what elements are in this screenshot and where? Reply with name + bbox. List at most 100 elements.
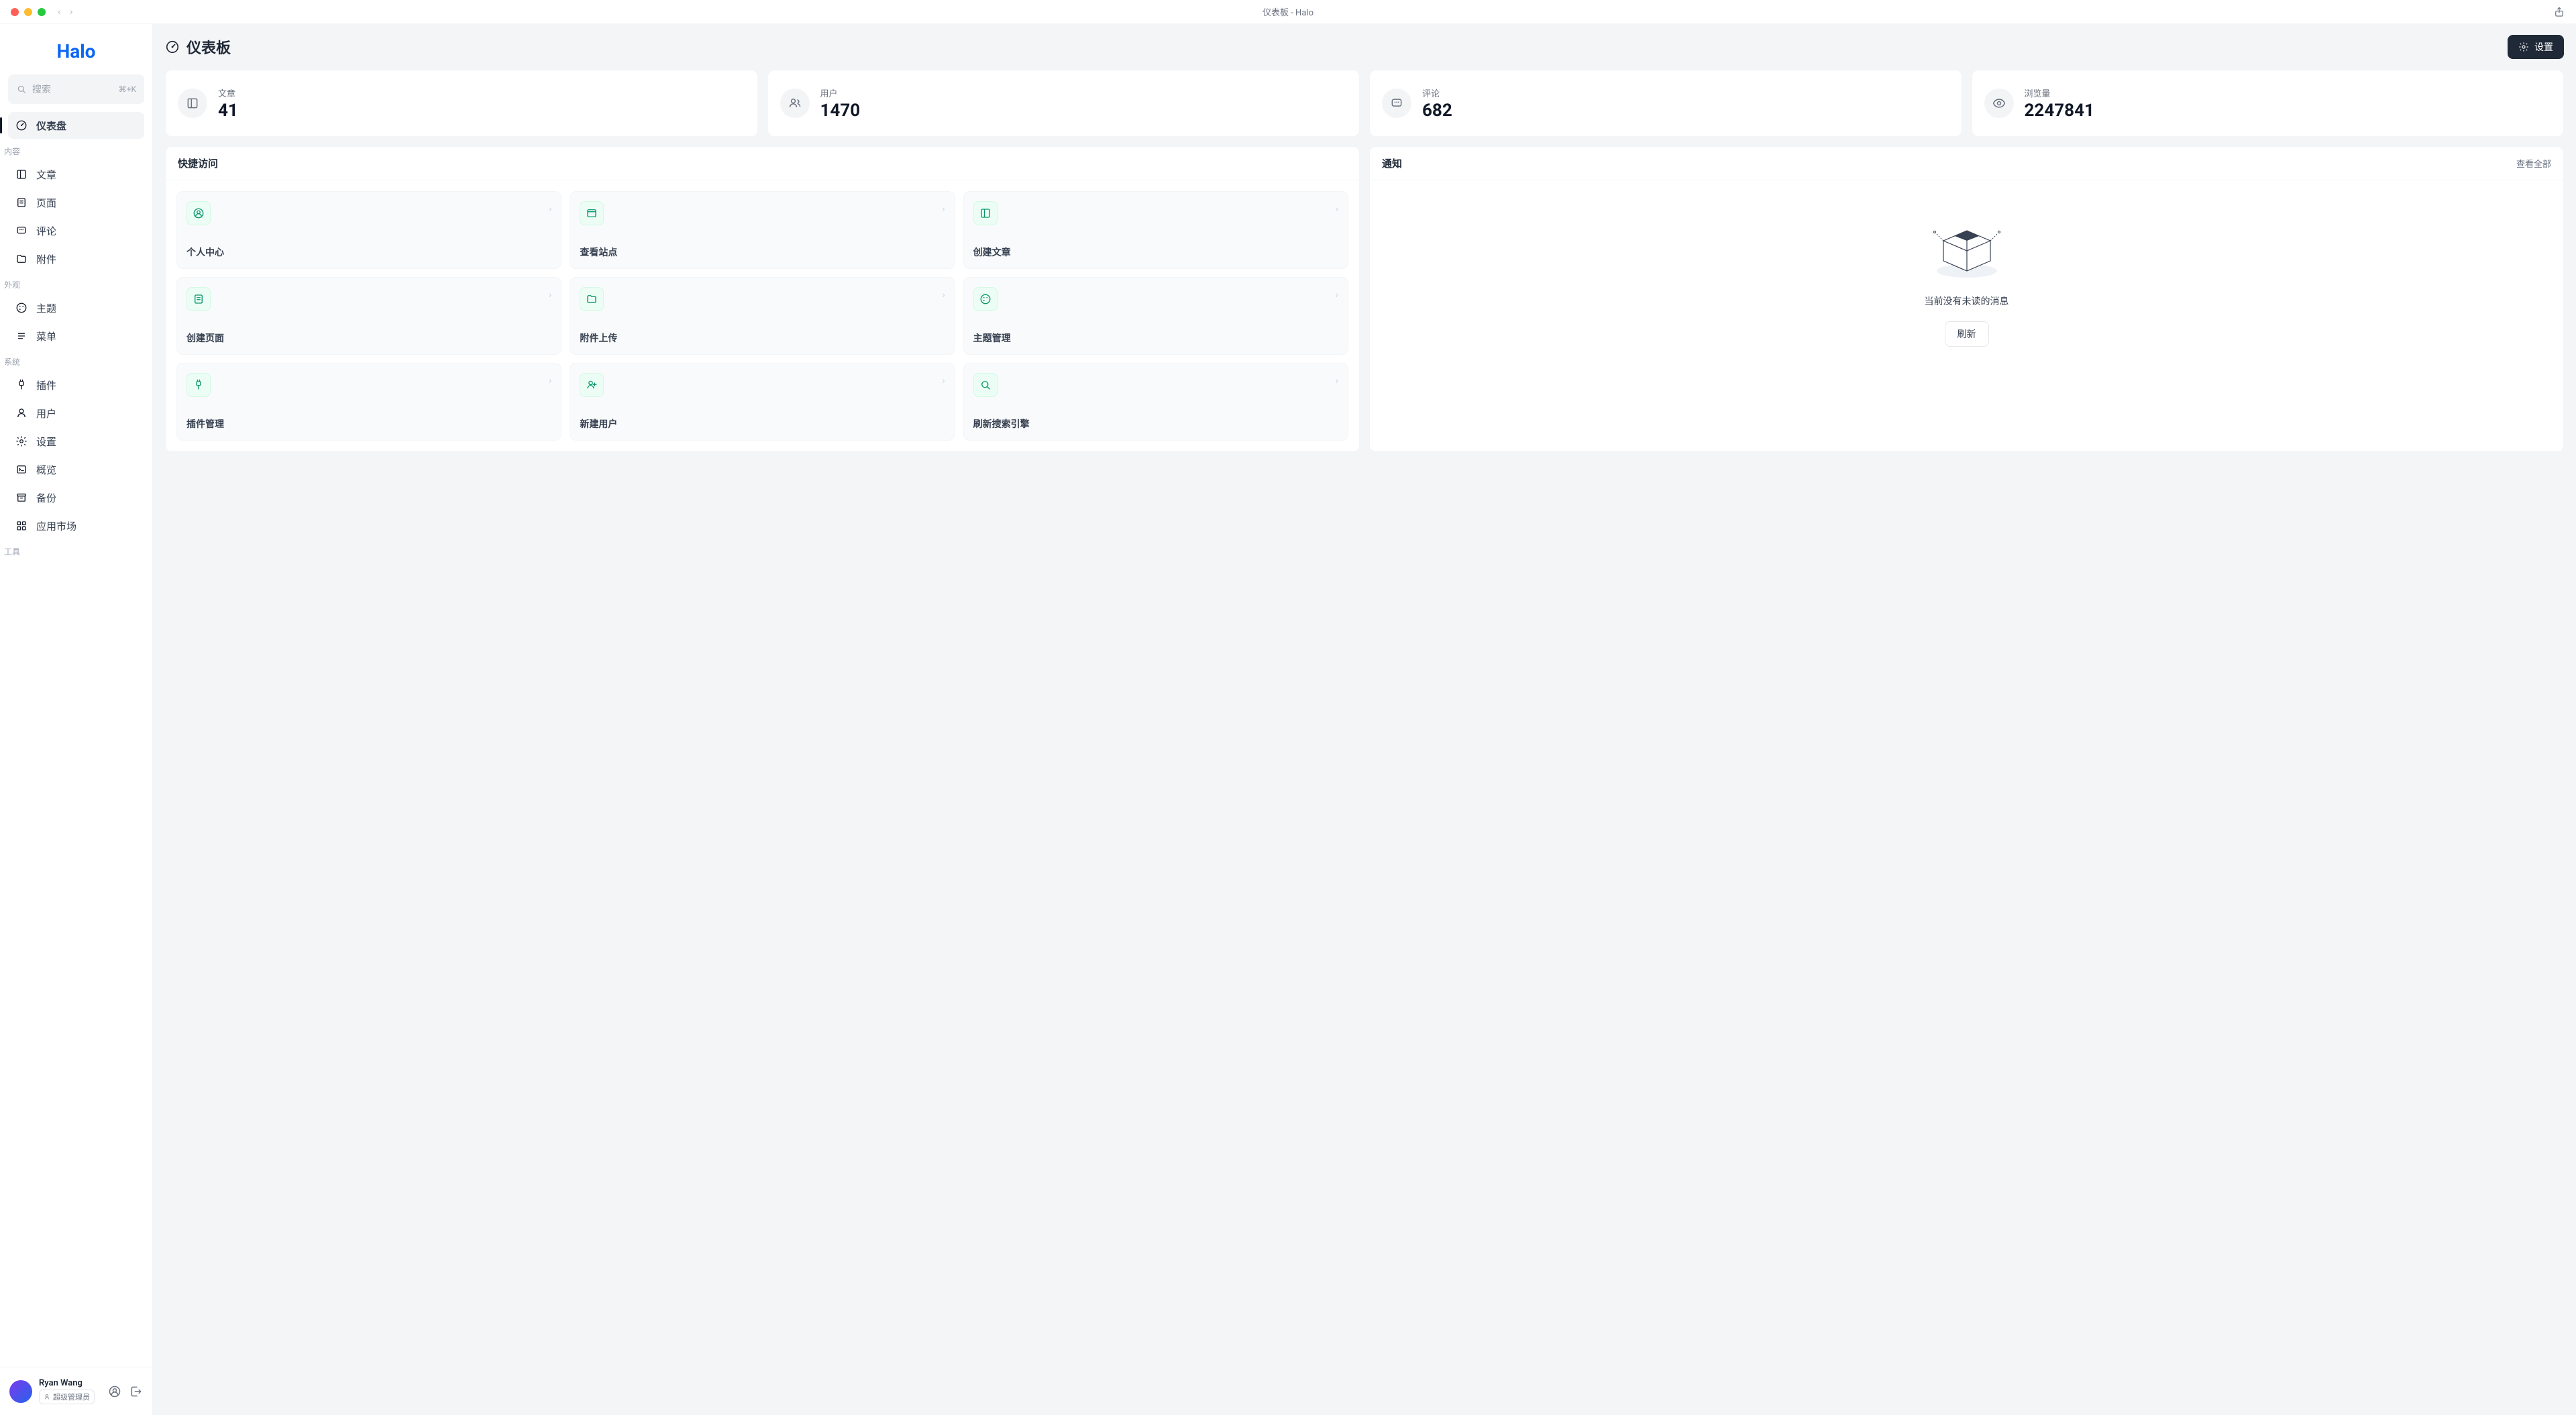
quick-card-label: 刷新搜索引擎 — [973, 417, 1338, 431]
stats-row: 文章41用户1470评论682浏览量2247841 — [165, 70, 2564, 137]
stat-card: 评论682 — [1369, 70, 1962, 137]
maximize-window-button[interactable] — [38, 8, 46, 16]
stat-card: 用户1470 — [767, 70, 1360, 137]
quick-card-label: 查看站点 — [580, 245, 945, 259]
plug-icon — [186, 373, 211, 397]
sidebar-item-label: 菜单 — [36, 329, 56, 343]
sidebar-item-label: 概览 — [36, 463, 56, 477]
brand-logo: Halo — [0, 31, 152, 74]
chevron-right-icon: › — [942, 376, 945, 386]
palette-icon — [973, 287, 998, 311]
chevron-right-icon: › — [1336, 376, 1338, 386]
pages-icon — [15, 196, 28, 209]
minimize-window-button[interactable] — [24, 8, 32, 16]
quick-card[interactable]: › 查看站点 — [570, 191, 955, 269]
sidebar-item[interactable]: 概览 — [8, 456, 144, 483]
quick-card-label: 主题管理 — [973, 331, 1338, 345]
logout-icon[interactable] — [129, 1385, 143, 1398]
stat-card: 文章41 — [165, 70, 758, 137]
sidebar-item-label: 评论 — [36, 224, 56, 238]
sidebar: Halo 搜索 ⌘+K 仪表盘 内容文章页面评论附件外观主题菜单系统插件用户设置… — [0, 24, 153, 1415]
chevron-right-icon: › — [1336, 290, 1338, 300]
users-icon — [780, 89, 810, 118]
quick-card[interactable]: ›插件管理 — [176, 363, 561, 441]
chevron-right-icon: › — [549, 290, 551, 300]
quick-card[interactable]: › 创建页面 — [176, 277, 561, 355]
sidebar-item[interactable]: 设置 — [8, 428, 144, 455]
search-placeholder: 搜索 — [32, 82, 119, 96]
page-header: 仪表板 设置 — [165, 24, 2564, 70]
quick-card-label: 新建用户 — [580, 417, 945, 431]
sidebar-footer: Ryan Wang 超级管理员 — [0, 1367, 152, 1415]
quick-card[interactable]: › 刷新搜索引擎 — [963, 363, 1348, 441]
userplus-icon — [580, 373, 604, 397]
sidebar-item[interactable]: 文章 — [8, 161, 144, 188]
sidebar-item-label: 主题 — [36, 301, 56, 315]
sidebar-item-label: 用户 — [36, 406, 56, 420]
palette-icon — [15, 301, 28, 315]
stat-value: 2247841 — [2025, 101, 2094, 121]
quick-card-label: 创建页面 — [186, 331, 551, 345]
forward-button[interactable]: › — [70, 7, 72, 17]
chevron-right-icon: › — [942, 204, 945, 215]
search-input[interactable]: 搜索 ⌘+K — [8, 74, 144, 104]
stat-label: 评论 — [1422, 87, 1452, 99]
book-icon — [178, 89, 207, 118]
stat-label: 文章 — [218, 87, 238, 99]
quick-card-label: 个人中心 — [186, 245, 551, 259]
quick-card-label: 附件上传 — [580, 331, 945, 345]
sidebar-item[interactable]: 应用市场 — [8, 512, 144, 539]
eye-icon — [1984, 89, 2014, 118]
message-icon — [15, 224, 28, 237]
window-title: 仪表板 - Halo — [1263, 5, 1313, 18]
quick-access-title: 快捷访问 — [166, 147, 1359, 180]
back-button[interactable]: ‹ — [58, 7, 60, 17]
avatar[interactable] — [9, 1380, 32, 1403]
message-icon — [1382, 89, 1411, 118]
sidebar-item-label: 插件 — [36, 378, 56, 392]
notifications-title: 通知 — [1382, 156, 1402, 170]
sidebar-item[interactable]: 用户 — [8, 400, 144, 427]
stat-card: 浏览量2247841 — [1972, 70, 2565, 137]
close-window-button[interactable] — [11, 8, 19, 16]
quick-card[interactable]: ›附件上传 — [570, 277, 955, 355]
dashboard-icon — [165, 40, 180, 54]
terminal-icon — [15, 463, 28, 476]
quick-card[interactable]: › 主题管理 — [963, 277, 1348, 355]
profile-icon[interactable] — [108, 1385, 121, 1398]
empty-state-icon — [1927, 214, 2007, 281]
sidebar-item-label: 文章 — [36, 168, 56, 182]
chevron-right-icon: › — [549, 204, 551, 215]
sidebar-item[interactable]: 主题 — [8, 294, 144, 321]
sidebar-item[interactable]: 附件 — [8, 245, 144, 272]
sidebar-item[interactable]: 页面 — [8, 189, 144, 216]
share-icon[interactable] — [2553, 6, 2565, 18]
sidebar-item[interactable]: 备份 — [8, 484, 144, 511]
quick-card[interactable]: › 个人中心 — [176, 191, 561, 269]
sidebar-item-dashboard[interactable]: 仪表盘 — [8, 112, 144, 139]
sidebar-item-label: 应用市场 — [36, 519, 76, 533]
list-icon — [15, 329, 28, 343]
refresh-button[interactable]: 刷新 — [1945, 321, 1989, 347]
archive-icon — [15, 491, 28, 504]
search-icon — [973, 373, 998, 397]
quick-card-label: 创建文章 — [973, 245, 1338, 259]
quick-card[interactable]: › 新建用户 — [570, 363, 955, 441]
pages-icon — [186, 287, 211, 311]
window-controls — [11, 8, 46, 16]
quick-access-panel: 快捷访问 ›个人中心›查看站点›创建文章›创建页面›附件上传›主题管理›插件管理… — [165, 146, 1360, 452]
sidebar-section-heading: 内容 — [0, 139, 152, 161]
sidebar-item[interactable]: 菜单 — [8, 323, 144, 349]
view-all-link[interactable]: 查看全部 — [2516, 157, 2551, 170]
sidebar-item[interactable]: 插件 — [8, 372, 144, 398]
settings-button[interactable]: 设置 — [2508, 35, 2564, 59]
folder-icon — [15, 252, 28, 266]
sidebar-section-heading: 外观 — [0, 272, 152, 294]
quick-card[interactable]: ›创建文章 — [963, 191, 1348, 269]
sidebar-item-label: 页面 — [36, 196, 56, 210]
sidebar-section-heading: 系统 — [0, 349, 152, 372]
sidebar-item[interactable]: 评论 — [8, 217, 144, 244]
user-role-badge: 超级管理员 — [39, 1390, 95, 1404]
book-icon — [973, 201, 998, 225]
user-name: Ryan Wang — [39, 1378, 95, 1388]
